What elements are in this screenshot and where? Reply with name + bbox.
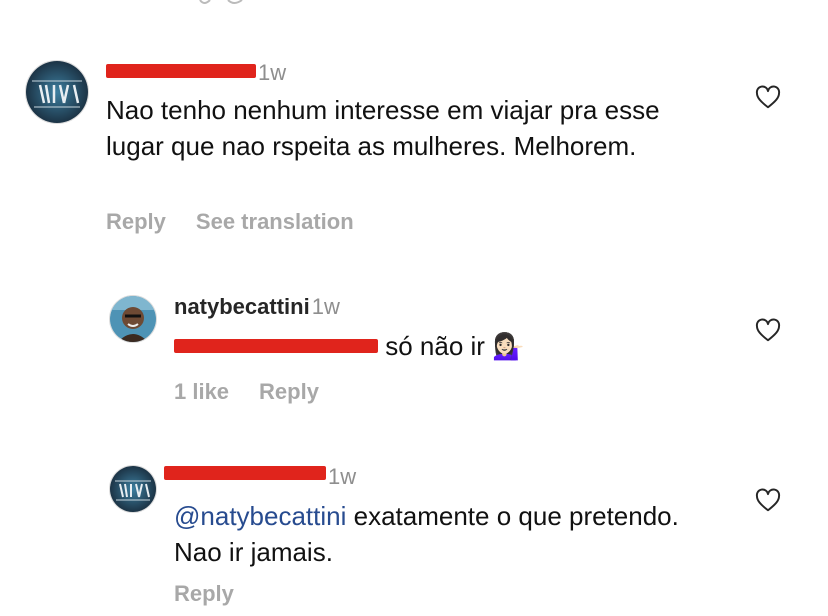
information-desk-person-emoji: 💁🏻‍♀️ <box>492 331 525 361</box>
heart-outline-icon[interactable] <box>755 318 781 342</box>
heart-outline-icon[interactable] <box>755 488 781 512</box>
avatar[interactable] <box>25 60 89 124</box>
comment-text-block: @natybecattini exatamente o que pretendo… <box>174 498 694 570</box>
comment-text-line: só não ir 💁🏻‍♀️ <box>174 328 525 364</box>
comment-actions: Reply See translation <box>106 209 384 235</box>
redacted-mention <box>174 339 378 353</box>
heart-outline-icon[interactable] <box>755 85 781 109</box>
avatar[interactable] <box>109 465 157 513</box>
comment-meta: 1w <box>326 464 356 490</box>
redacted-username <box>164 466 326 480</box>
previous-comment-fragment <box>199 0 243 4</box>
comment-meta: 1w <box>256 60 286 86</box>
timestamp: 1w <box>328 464 357 489</box>
likes-count[interactable]: 1 like <box>174 379 229 404</box>
see-translation-button[interactable]: See translation <box>196 209 354 234</box>
reply-button[interactable]: Reply <box>259 379 319 404</box>
avatar[interactable] <box>109 295 157 343</box>
timestamp: 1w <box>258 60 287 85</box>
username[interactable]: natybecattini <box>174 294 310 319</box>
comment-text: só não ir <box>385 331 485 361</box>
mention-link[interactable]: @natybecattini <box>174 501 346 531</box>
comment-actions: Reply <box>174 581 264 607</box>
redacted-username <box>106 64 256 78</box>
comment-actions: 1 like Reply <box>174 379 349 405</box>
reply-button[interactable]: Reply <box>174 581 234 606</box>
reply-button[interactable]: Reply <box>106 209 166 234</box>
timestamp: 1w <box>311 294 340 319</box>
comment-meta: natybecattini1w <box>174 294 340 320</box>
comment-text: Nao tenho nenhum interesse em viajar pra… <box>106 95 660 161</box>
